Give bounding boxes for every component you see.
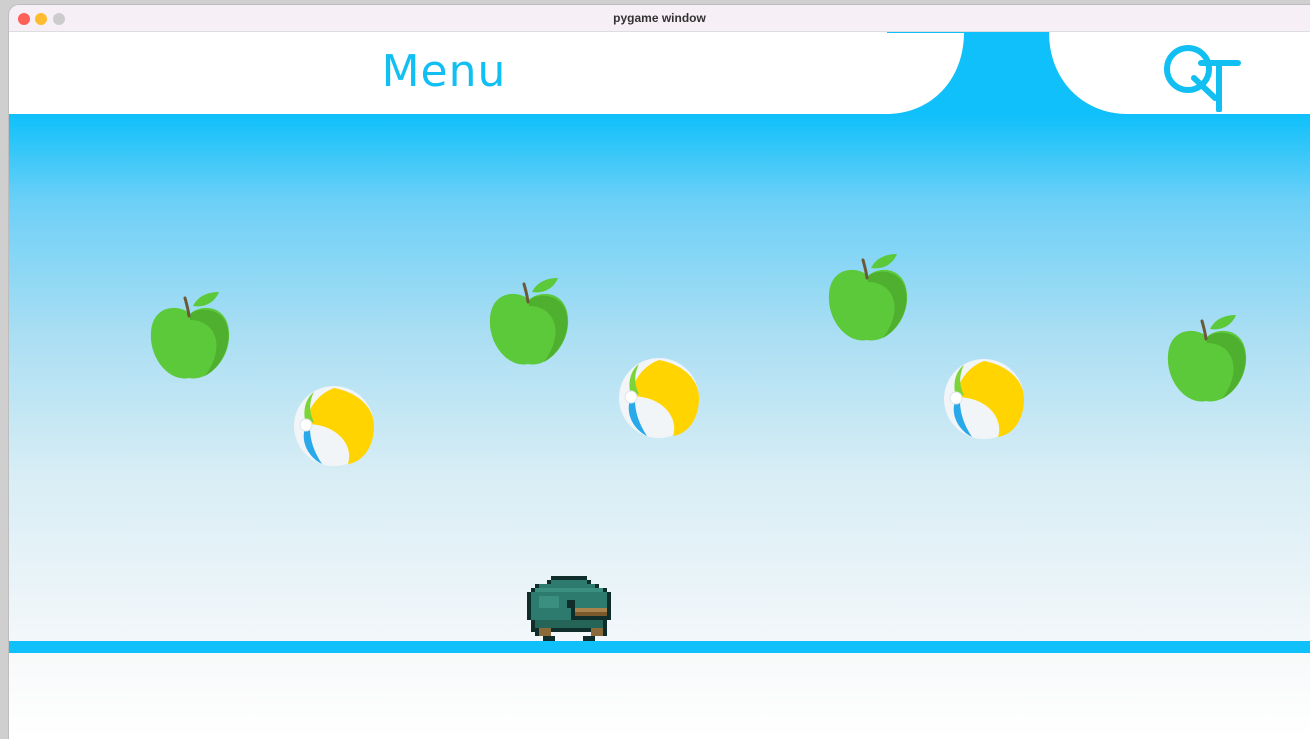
floor-area [9, 653, 1310, 739]
duck-player-icon [527, 576, 611, 644]
ground-bar [9, 641, 1310, 653]
beach-ball-icon [619, 358, 699, 438]
pygame-window: pygame window Menu [9, 5, 1310, 739]
apple-icon [150, 292, 230, 379]
menu-button[interactable]: Menu [349, 46, 539, 97]
game-canvas[interactable]: Menu [9, 32, 1310, 739]
title-bar: pygame window [9, 5, 1310, 32]
apple-icon [828, 254, 908, 341]
beach-ball-icon [944, 359, 1024, 439]
apple-icon [489, 278, 569, 365]
apple-icon [1167, 315, 1247, 402]
window-title: pygame window [613, 11, 706, 25]
beach-ball-icon [294, 386, 374, 466]
qt-logo-icon[interactable] [1161, 36, 1241, 112]
header-bar [9, 32, 1310, 114]
